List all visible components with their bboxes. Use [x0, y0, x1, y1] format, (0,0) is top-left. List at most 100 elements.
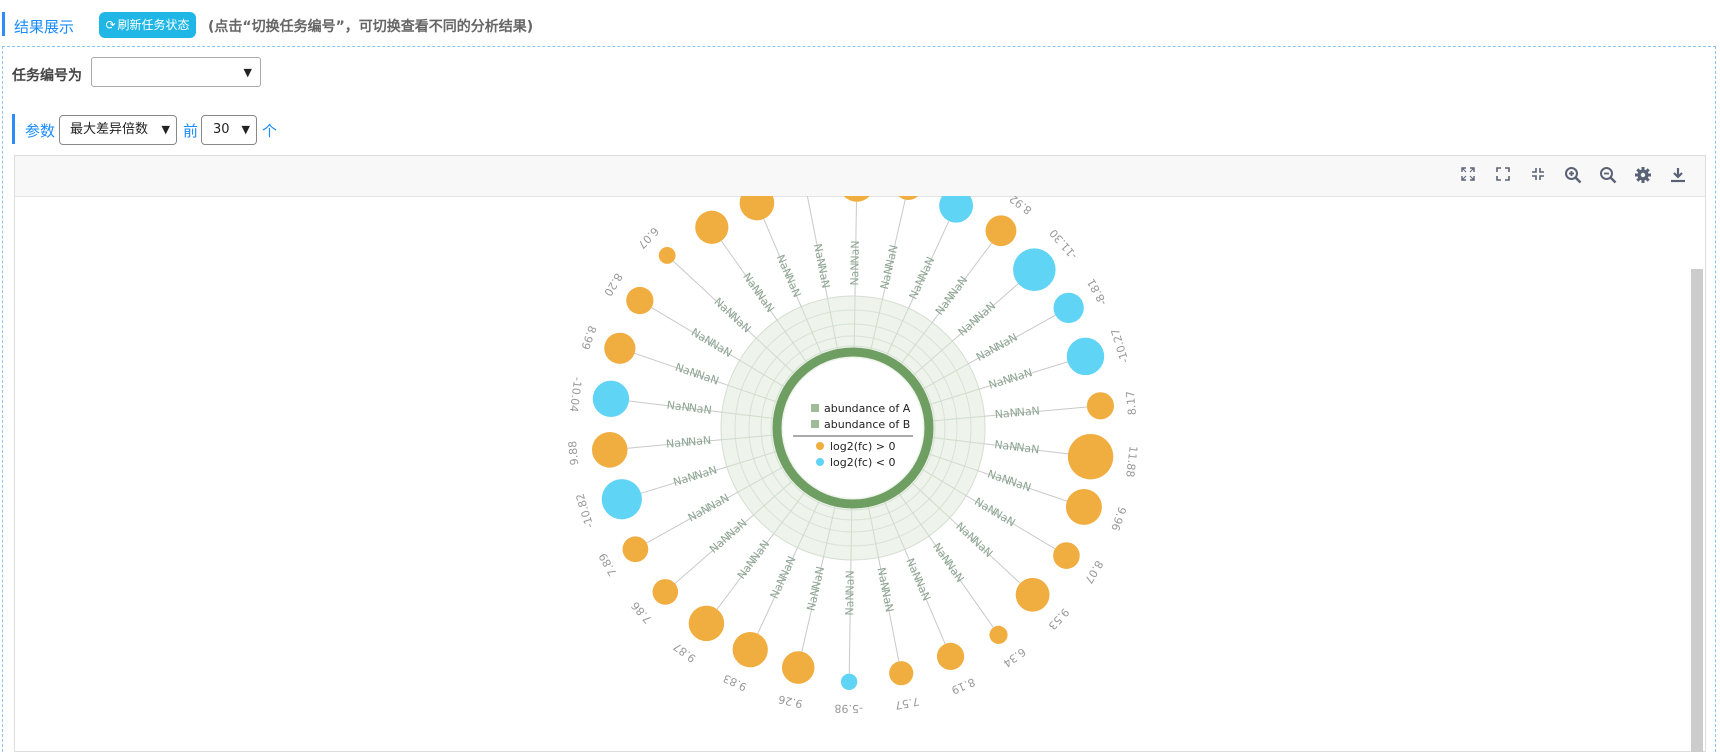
data-bubble — [1065, 488, 1102, 525]
nan-label: NaN — [943, 558, 967, 584]
nan-label: NaN — [994, 438, 1019, 454]
front-label: 前 — [183, 122, 199, 140]
fullscreen-icon[interactable] — [1493, 166, 1513, 186]
nan-label: NaN — [804, 587, 822, 613]
param-label: 参数 — [25, 122, 56, 140]
value-label: 7.86 — [629, 599, 655, 626]
nan-label: NaN — [994, 406, 1018, 421]
data-bubble — [626, 286, 654, 315]
switch-hint: (点击“切换任务编号”，可切换查看不同的分析结果) — [208, 19, 534, 35]
value-label: 9.53 — [1045, 605, 1071, 632]
data-bubble — [695, 210, 729, 244]
nan-label: NaN — [843, 592, 856, 615]
nan-label: NaN — [916, 255, 938, 282]
nan-label: NaN — [879, 588, 896, 613]
value-label: 8.19 — [949, 675, 977, 697]
result-header: 结果展示 ⟳ 刷新任务状态 (点击“切换任务编号”，可切换查看不同的分析结果) — [0, 8, 1720, 38]
circular-bubble-chart: NaNNaN 11.88NaNNaN9.96NaNNaN8.07NaNNaN9.5… — [566, 196, 1140, 715]
value-label: -11.30 — [1047, 227, 1080, 262]
nan-label: NaN — [811, 243, 828, 268]
legend-dot — [816, 458, 824, 466]
data-bubble — [843, 196, 870, 202]
data-bubble — [592, 380, 630, 417]
data-bubble — [889, 661, 914, 686]
chevron-down-icon: ▼ — [161, 123, 170, 136]
restore-icon[interactable] — [1458, 166, 1478, 186]
value-label: 9.96 — [1108, 505, 1128, 532]
value-label: 9.83 — [721, 671, 749, 693]
nan-label: NaN — [687, 434, 711, 449]
nan-label: NaN — [674, 361, 700, 381]
value-label: 8.92 — [1007, 196, 1034, 217]
nan-label: NaN — [991, 506, 1018, 529]
value-label: 9.87 — [671, 640, 698, 665]
nan-label: NaN — [666, 399, 691, 415]
chart-toolbar — [15, 156, 1705, 197]
legend-label: abundance of B — [824, 418, 910, 431]
data-bubble — [739, 196, 775, 221]
value-label: -5.98 — [834, 702, 863, 715]
data-bubble — [652, 579, 679, 605]
value-label: 7.89 — [596, 551, 619, 579]
legend-square — [811, 404, 819, 412]
data-bubble — [1086, 392, 1115, 420]
legend-label: log2(fc) < 0 — [830, 456, 895, 469]
task-id-select[interactable]: ▼ — [91, 57, 261, 87]
value-label: -10.27 — [1109, 327, 1132, 365]
value-label: 8.20 — [601, 271, 625, 299]
param-accent-bar — [12, 114, 15, 144]
nan-label: NaN — [1007, 475, 1033, 495]
metric-select[interactable]: 最大差异倍数 ▼ — [59, 115, 177, 145]
value-label: -10.82 — [574, 492, 597, 530]
title-accent-bar — [2, 12, 5, 36]
exit-fullscreen-icon[interactable] — [1528, 166, 1548, 186]
data-bubble — [658, 247, 676, 264]
nan-label: NaN — [1016, 404, 1040, 419]
value-label: 9.26 — [777, 692, 804, 710]
nan-label: NaN — [815, 264, 832, 289]
nan-label: NaN — [1008, 366, 1034, 385]
nan-label: NaN — [672, 470, 698, 489]
top-n-value: 30 — [213, 122, 230, 137]
data-bubble — [781, 651, 815, 684]
data-bubble — [604, 332, 636, 364]
chart-scrollbar[interactable] — [1691, 269, 1703, 752]
data-bubble — [985, 215, 1017, 247]
nan-label: NaN — [849, 240, 862, 263]
value-label: 6.07 — [635, 224, 661, 251]
data-bubble — [1067, 433, 1114, 480]
task-id-label: 任务编号为 — [12, 68, 82, 84]
data-bubble — [1066, 337, 1105, 376]
data-bubble — [1053, 542, 1080, 569]
top-n-select[interactable]: 30 ▼ — [201, 115, 257, 145]
value-label: 11.88 — [1123, 445, 1140, 478]
value-label: -10.04 — [567, 376, 584, 413]
value-label: 9.88 — [566, 440, 581, 466]
metric-select-value: 最大差异倍数 — [70, 122, 149, 137]
data-bubble — [688, 605, 725, 642]
download-icon[interactable] — [1668, 166, 1688, 186]
chevron-down-icon: ▼ — [243, 66, 252, 79]
legend-label: log2(fc) > 0 — [830, 440, 895, 453]
settings-icon[interactable] — [1633, 166, 1653, 186]
nan-label: NaN — [809, 565, 827, 591]
nan-label: NaN — [774, 253, 795, 279]
data-bubble — [1013, 248, 1056, 291]
data-bubble — [732, 632, 768, 668]
nan-label: NaN — [688, 401, 713, 417]
refresh-icon: ⟳ — [105, 18, 116, 32]
data-bubble — [840, 673, 858, 690]
data-bubble — [898, 196, 919, 201]
nan-label: NaN — [946, 274, 970, 300]
value-label: -8.81 — [1085, 276, 1110, 307]
nan-label: NaN — [848, 262, 861, 285]
data-bubble — [936, 642, 965, 671]
nan-label: NaN — [883, 244, 901, 270]
legend-dot — [816, 442, 824, 450]
zoom-in-icon[interactable] — [1563, 166, 1583, 186]
legend-square — [811, 420, 819, 428]
value-label: 8.07 — [1082, 558, 1106, 586]
data-bubble — [1015, 577, 1050, 612]
refresh-status-button[interactable]: ⟳ 刷新任务状态 — [99, 12, 196, 38]
zoom-out-icon[interactable] — [1598, 166, 1618, 186]
